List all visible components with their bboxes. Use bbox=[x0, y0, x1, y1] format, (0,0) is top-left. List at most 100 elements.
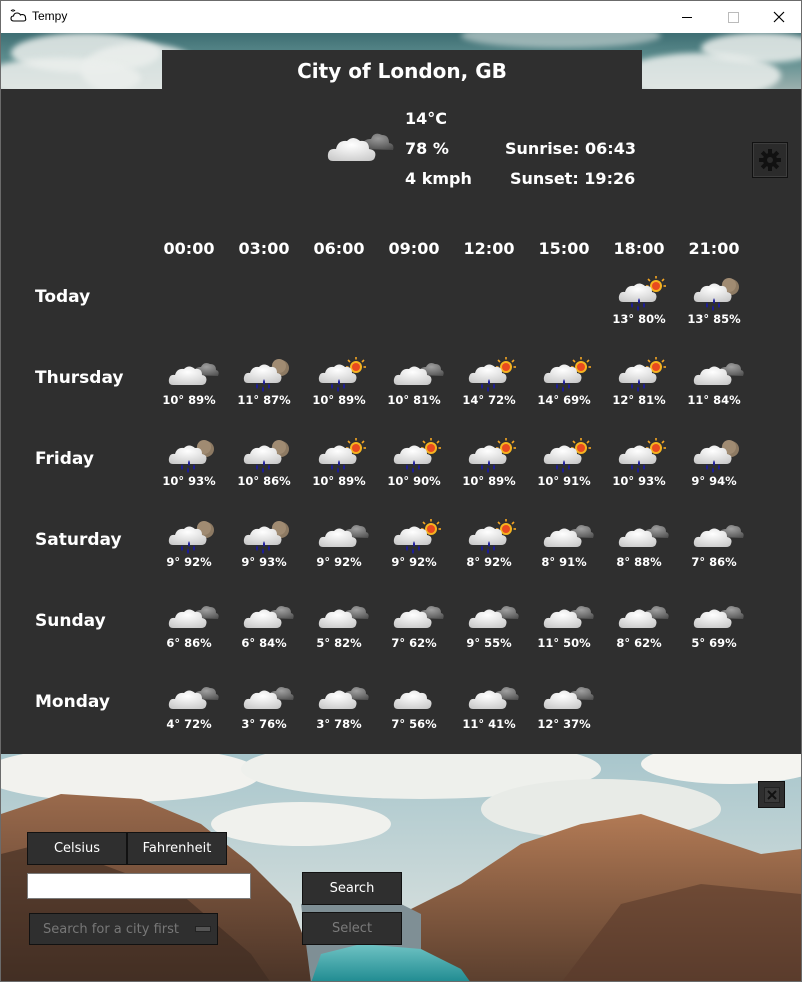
close-button[interactable] bbox=[756, 1, 801, 33]
rain-night-icon bbox=[168, 521, 214, 554]
forecast-cell: 6° 84% bbox=[229, 600, 299, 656]
gear-icon bbox=[759, 149, 781, 171]
forecast-cell: 8° 88% bbox=[604, 519, 674, 575]
forecast-cell: 10° 93% bbox=[604, 438, 674, 494]
celsius-button[interactable]: Celsius bbox=[27, 832, 127, 865]
cloudy-icon bbox=[543, 606, 594, 628]
rain-day-icon bbox=[543, 357, 591, 392]
hour-label: 18:00 bbox=[613, 239, 665, 258]
forecast-cell: 10° 89% bbox=[454, 438, 524, 494]
city-search-input[interactable] bbox=[27, 873, 251, 899]
forecast-temp-humidity: 10° 89% bbox=[312, 393, 366, 407]
current-wind: 4 kmph bbox=[405, 169, 472, 188]
forecast-temp-humidity: 7° 62% bbox=[391, 636, 437, 650]
sunset-time: Sunset: 19:26 bbox=[510, 169, 636, 188]
cloudy-icon bbox=[318, 606, 369, 628]
forecast-cell: 13° 80% bbox=[604, 276, 674, 332]
forecast-cell: 10° 89% bbox=[304, 438, 374, 494]
settings-button[interactable] bbox=[752, 142, 788, 178]
forecast-temp-humidity: 9° 92% bbox=[166, 555, 212, 569]
close-x-icon bbox=[763, 786, 780, 803]
forecast-temp-humidity: 11° 84% bbox=[687, 393, 741, 407]
forecast-temp-humidity: 10° 91% bbox=[537, 474, 591, 488]
minimize-button[interactable] bbox=[664, 1, 710, 33]
cloudy-icon bbox=[693, 606, 744, 628]
forecast-cell: 3° 76% bbox=[229, 681, 299, 737]
forecast-temp-humidity: 10° 93% bbox=[162, 474, 216, 488]
forecast-temp-humidity: 11° 50% bbox=[537, 636, 591, 650]
day-label: Today bbox=[35, 287, 91, 307]
cloud-icon bbox=[393, 690, 432, 709]
hour-label: 12:00 bbox=[463, 239, 515, 258]
forecast-temp-humidity: 8° 62% bbox=[616, 636, 662, 650]
cloudy-icon bbox=[693, 525, 744, 547]
rain-day-icon bbox=[318, 357, 366, 392]
forecast-cell: 10° 89% bbox=[154, 357, 224, 413]
sunrise-time: Sunrise: 06:43 bbox=[505, 139, 636, 158]
forecast-cell: 9° 93% bbox=[229, 519, 299, 575]
day-label: Thursday bbox=[35, 368, 124, 388]
forecast-temp-humidity: 10° 89% bbox=[162, 393, 216, 407]
cloudy-icon bbox=[168, 606, 219, 628]
forecast-cell: 14° 72% bbox=[454, 357, 524, 413]
forecast-cell: 8° 91% bbox=[529, 519, 599, 575]
forecast-cell: 11° 87% bbox=[229, 357, 299, 413]
cloudy-icon bbox=[318, 525, 369, 547]
forecast-temp-humidity: 5° 82% bbox=[316, 636, 362, 650]
cloudy-icon bbox=[243, 606, 294, 628]
forecast-temp-humidity: 10° 93% bbox=[612, 474, 666, 488]
cloudy-icon bbox=[618, 525, 669, 547]
current-temperature: 14°C bbox=[405, 109, 448, 128]
dropdown-handle-icon bbox=[195, 926, 211, 932]
forecast-temp-humidity: 7° 56% bbox=[391, 717, 437, 731]
fahrenheit-button[interactable]: Fahrenheit bbox=[127, 832, 227, 865]
forecast-cell: 3° 78% bbox=[304, 681, 374, 737]
hour-label: 21:00 bbox=[688, 239, 740, 258]
mountain-lake-image bbox=[1, 754, 801, 981]
forecast-temp-humidity: 5° 69% bbox=[691, 636, 737, 650]
rain-day-icon bbox=[468, 519, 516, 554]
rain-day-icon bbox=[618, 438, 666, 473]
rain-day-icon bbox=[318, 438, 366, 473]
minimize-icon bbox=[681, 16, 692, 18]
landscape-background bbox=[1, 754, 801, 981]
rain-night-icon bbox=[243, 521, 289, 554]
forecast-cell: 5° 82% bbox=[304, 600, 374, 656]
rain-day-icon bbox=[543, 438, 591, 473]
forecast-temp-humidity: 14° 72% bbox=[462, 393, 516, 407]
forecast-cell: 10° 91% bbox=[529, 438, 599, 494]
maximize-button[interactable] bbox=[710, 1, 756, 33]
forecast-cell: 7° 56% bbox=[379, 681, 449, 737]
current-weather-cloudy-icon bbox=[327, 133, 394, 161]
forecast-cell: 13° 85% bbox=[679, 276, 749, 332]
cloudy-icon bbox=[543, 687, 594, 709]
rain-day-icon bbox=[618, 276, 666, 311]
select-button[interactable]: Select bbox=[302, 912, 402, 945]
rain-night-icon bbox=[693, 278, 739, 311]
forecast-temp-humidity: 11° 87% bbox=[237, 393, 291, 407]
city-select-dropdown[interactable]: Search for a city first bbox=[29, 913, 218, 945]
rain-day-icon bbox=[393, 519, 441, 554]
forecast-temp-humidity: 11° 41% bbox=[462, 717, 516, 731]
forecast-temp-humidity: 12° 37% bbox=[537, 717, 591, 731]
forecast-cell: 6° 86% bbox=[154, 600, 224, 656]
forecast-temp-humidity: 3° 76% bbox=[241, 717, 287, 731]
rain-night-icon bbox=[243, 440, 289, 473]
forecast-cell: 11° 84% bbox=[679, 357, 749, 413]
forecast-cell: 9° 92% bbox=[304, 519, 374, 575]
forecast-cell: 10° 90% bbox=[379, 438, 449, 494]
forecast-cell: 8° 92% bbox=[454, 519, 524, 575]
day-label: Friday bbox=[35, 449, 94, 469]
city-name: City of London, GB bbox=[297, 59, 507, 83]
close-panel-button[interactable] bbox=[758, 781, 785, 808]
forecast-cell: 12° 81% bbox=[604, 357, 674, 413]
search-button[interactable]: Search bbox=[302, 872, 402, 905]
forecast-temp-humidity: 13° 85% bbox=[687, 312, 741, 326]
forecast-cell: 10° 93% bbox=[154, 438, 224, 494]
forecast-temp-humidity: 4° 72% bbox=[166, 717, 212, 731]
forecast-cell: 10° 81% bbox=[379, 357, 449, 413]
hour-label: 03:00 bbox=[238, 239, 290, 258]
maximize-icon bbox=[727, 11, 739, 23]
rain-day-icon bbox=[468, 357, 516, 392]
forecast-cell: 7° 62% bbox=[379, 600, 449, 656]
